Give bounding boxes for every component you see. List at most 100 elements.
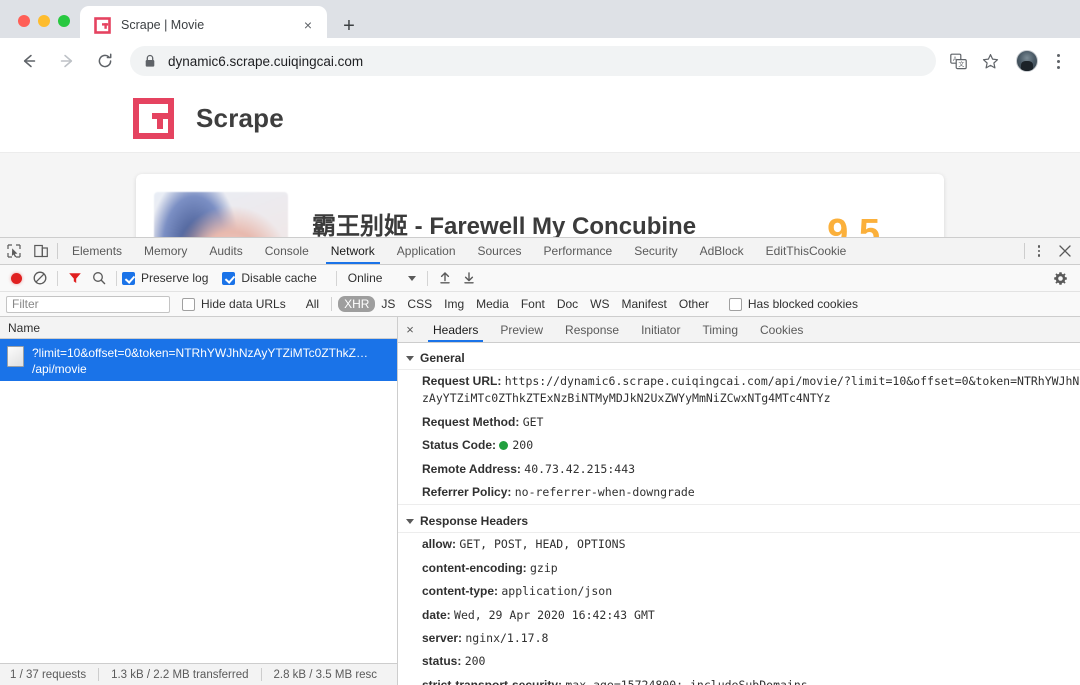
device-toolbar-icon[interactable] (27, 238, 54, 264)
disable-cache-checkbox[interactable]: Disable cache (222, 271, 317, 285)
import-har-icon[interactable] (433, 271, 457, 285)
forward-icon[interactable] (52, 46, 82, 76)
header-value: gzip (530, 560, 558, 575)
filter-type-media[interactable]: Media (470, 296, 515, 312)
web-page-content: Scrape 霸王别姬 - Farewell My Concubine 剧情 爱… (0, 84, 1080, 237)
preserve-log-checkbox[interactable]: Preserve log (122, 271, 208, 285)
movie-card[interactable]: 霸王别姬 - Farewell My Concubine 剧情 爱情 9.5 (136, 174, 944, 237)
translate-icon[interactable]: A 文 (944, 47, 972, 75)
chevron-down-icon (406, 518, 414, 524)
header-row: Remote Address: 40.73.42.215:443 (398, 458, 1080, 481)
address-bar[interactable]: dynamic6.scrape.cuiqingcai.com (130, 46, 936, 76)
general-section-header[interactable]: General (398, 347, 1080, 370)
browser-window: Scrape | Movie × + dynamic6.scrape.cuiqi… (0, 0, 1080, 685)
devtools-tab-application[interactable]: Application (386, 238, 467, 264)
header-row: server: nginx/1.17.8 (398, 627, 1080, 650)
omnibox-bar: dynamic6.scrape.cuiqingcai.com A 文 (0, 38, 1080, 84)
filter-type-other[interactable]: Other (673, 296, 715, 312)
details-tab-initiator[interactable]: Initiator (630, 317, 691, 342)
header-value: GET, POST, HEAD, OPTIONS (459, 537, 626, 552)
filter-input[interactable]: Filter (6, 295, 170, 313)
headers-body[interactable]: General Request URL: https://dynamic6.sc… (398, 343, 1080, 685)
response-headers-section-header[interactable]: Response Headers (398, 510, 1080, 534)
header-row: date: Wed, 29 Apr 2020 16:42:43 GMT (398, 604, 1080, 627)
filter-type-css[interactable]: CSS (401, 296, 438, 312)
devtools-tab-sources[interactable]: Sources (467, 238, 533, 264)
back-icon[interactable] (14, 46, 44, 76)
details-tab-headers[interactable]: Headers (422, 317, 489, 342)
filter-type-doc[interactable]: Doc (551, 296, 584, 312)
filter-type-ws[interactable]: WS (584, 296, 615, 312)
minimize-window-button[interactable] (38, 15, 50, 27)
devtools-tab-adblock[interactable]: AdBlock (689, 238, 755, 264)
details-tab-timing[interactable]: Timing (691, 317, 749, 342)
close-window-button[interactable] (18, 15, 30, 27)
header-key: strict-transport-security: (422, 677, 563, 685)
devtools-tab-security[interactable]: Security (623, 238, 688, 264)
filter-toggle-icon[interactable] (63, 271, 87, 285)
header-value: nginx/1.17.8 (465, 630, 549, 645)
header-value: no-referrer-when-downgrade (514, 484, 695, 499)
devtools-tab-network[interactable]: Network (320, 238, 386, 264)
divider (57, 270, 58, 286)
has-blocked-cookies-checkbox[interactable]: Has blocked cookies (728, 297, 858, 311)
requests-list[interactable]: ?limit=10&offset=0&token=NTRhYWJhNzAyYTZ… (0, 339, 397, 663)
filter-type-js[interactable]: JS (375, 296, 401, 312)
export-har-icon[interactable] (457, 271, 481, 285)
throttling-select[interactable]: Online (342, 271, 423, 285)
network-main: Name ?limit=10&offset=0&token=NTRhYWJhNz… (0, 317, 1080, 685)
divider (331, 297, 333, 311)
status-ok-dot-icon (499, 441, 509, 451)
chrome-menu-icon[interactable] (1046, 48, 1070, 74)
devtools-tab-elements[interactable]: Elements (61, 238, 133, 264)
details-tab-cookies[interactable]: Cookies (749, 317, 814, 342)
filter-type-xhr[interactable]: XHR (338, 296, 376, 312)
divider (335, 270, 337, 286)
maximize-window-button[interactable] (58, 15, 70, 27)
header-row: Referrer Policy: no-referrer-when-downgr… (398, 481, 1080, 504)
network-status-bar: 1 / 37 requests 1.3 kB / 2.2 MB transfer… (0, 663, 397, 685)
devtools-tab-console[interactable]: Console (254, 238, 320, 264)
window-traffic-lights (18, 15, 70, 27)
devtools-tab-performance[interactable]: Performance (533, 238, 624, 264)
details-tab-preview[interactable]: Preview (489, 317, 554, 342)
details-tab-response[interactable]: Response (554, 317, 630, 342)
filter-type-all[interactable]: All (300, 296, 325, 312)
filter-type-font[interactable]: Font (515, 296, 551, 312)
divider (57, 243, 58, 259)
reload-icon[interactable] (90, 46, 120, 76)
close-icon[interactable]: × (299, 16, 317, 34)
site-brand-name: Scrape (196, 102, 284, 133)
close-details-icon[interactable]: × (398, 317, 422, 342)
inspect-element-icon[interactable] (0, 238, 27, 264)
clear-icon[interactable] (28, 271, 52, 285)
settings-gear-icon[interactable] (1053, 271, 1068, 286)
status-requests: 1 / 37 requests (10, 668, 87, 681)
throttling-value: Online (347, 271, 383, 285)
header-row: strict-transport-security: max-age=15724… (398, 674, 1080, 685)
profile-avatar[interactable] (1016, 50, 1038, 72)
record-button[interactable] (4, 272, 28, 284)
status-resources: 2.8 kB / 3.5 MB resc (273, 668, 378, 681)
header-key: Request URL: (422, 374, 502, 388)
hide-data-urls-checkbox[interactable]: Hide data URLs (182, 297, 286, 311)
chevron-down-icon (406, 355, 414, 361)
svg-text:文: 文 (958, 60, 964, 68)
filter-type-img[interactable]: Img (438, 296, 470, 312)
search-icon[interactable] (87, 271, 111, 285)
header-value: 200 (512, 438, 534, 453)
close-devtools-icon[interactable] (1050, 238, 1080, 264)
bookmark-star-icon[interactable] (976, 47, 1004, 75)
new-tab-button[interactable]: + (335, 12, 363, 40)
header-value: application/json (501, 584, 613, 599)
table-row[interactable]: ?limit=10&offset=0&token=NTRhYWJhNzAyYTZ… (0, 339, 397, 381)
requests-column-header[interactable]: Name (0, 317, 397, 339)
scrape-logo-favicon (94, 16, 111, 34)
devtools-tab-editthiscookie[interactable]: EditThisCookie (755, 238, 858, 264)
preserve-log-label: Preserve log (141, 271, 209, 285)
devtools-tab-audits[interactable]: Audits (198, 238, 253, 264)
more-tools-icon[interactable] (1028, 238, 1050, 264)
filter-type-manifest[interactable]: Manifest (616, 296, 673, 312)
devtools-tab-memory[interactable]: Memory (133, 238, 198, 264)
